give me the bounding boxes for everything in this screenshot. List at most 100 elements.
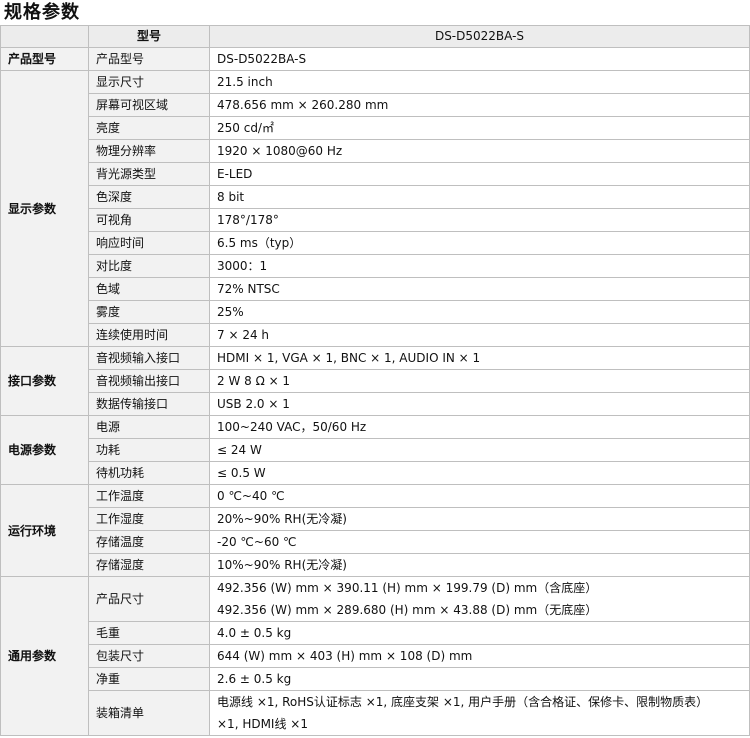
spec-value-line: HDMI × 1, VGA × 1, BNC × 1, AUDIO IN × 1 <box>217 351 481 365</box>
spec-value-line: 4.0 ± 0.5 kg <box>217 626 292 640</box>
spec-label: 包装尺寸 <box>88 644 210 668</box>
spec-value: 250 cd/㎡ <box>209 116 750 140</box>
spec-label: 连续使用时间 <box>88 323 210 347</box>
spec-table: 型号 DS-D5022BA-S 产品型号 产品型号 DS-D5022BA-S 显示参数… <box>0 25 750 736</box>
header-row: 型号 DS-D5022BA-S <box>0 25 750 48</box>
spec-label: 色深度 <box>88 185 210 209</box>
spec-value: 3000：1 <box>209 254 750 278</box>
spec-row: 功耗 ≤ 24 W <box>1 438 750 462</box>
spec-row: 装箱清单 电源线 ×1, RoHS认证标志 ×1, 底座支架 ×1, 用户手册（含… <box>1 690 750 736</box>
spec-label: 显示尺寸 <box>88 70 210 94</box>
spec-row: 存储温度 -20 ℃~60 ℃ <box>1 530 750 554</box>
spec-row: 物理分辨率 1920 × 1080@60 Hz <box>1 139 750 163</box>
spec-row: 接口参数 音视频输入接口 HDMI × 1, VGA × 1, BNC × 1, A… <box>0 346 750 416</box>
spec-label: 功耗 <box>88 438 210 462</box>
spec-value-line: -20 ℃~60 ℃ <box>217 535 297 549</box>
spec-value: E-LED <box>209 162 750 186</box>
spec-label: 色域 <box>88 277 210 301</box>
spec-table-body: 型号 DS-D5022BA-S 产品型号 产品型号 DS-D5022BA-S 显示参数… <box>0 25 750 736</box>
spec-row: 待机功耗 ≤ 0.5 W <box>1 461 750 485</box>
section-name: 产品型号 <box>0 47 89 71</box>
spec-row: 屏幕可视区域 478.656 mm × 260.280 mm <box>1 93 750 117</box>
spec-value: 20%~90% RH(无冷凝) <box>209 507 750 531</box>
spec-value-line: 2 W 8 Ω × 1 <box>217 374 291 388</box>
spec-label: 待机功耗 <box>88 461 210 485</box>
spec-value: -20 ℃~60 ℃ <box>209 530 750 554</box>
spec-label: 音视频输入接口 <box>88 346 210 370</box>
spec-label: 雾度 <box>88 300 210 324</box>
spec-label: 工作湿度 <box>88 507 210 531</box>
spec-label: 产品型号 <box>88 47 210 71</box>
spec-value-line: 644 (W) mm × 403 (H) mm × 108 (D) mm <box>217 649 473 663</box>
spec-label: 装箱清单 <box>88 690 210 736</box>
spec-row: 色域 72% NTSC <box>1 277 750 301</box>
section-name: 通用参数 <box>0 576 89 736</box>
spec-label: 存储湿度 <box>88 553 210 577</box>
spec-label: 工作温度 <box>88 484 210 508</box>
spec-value-line: 0 ℃~40 ℃ <box>217 489 285 503</box>
spec-value-line: ×1, HDMI线 ×1 <box>217 717 308 731</box>
spec-value-line: ≤ 0.5 W <box>217 466 266 480</box>
spec-row: 产品型号 产品型号 DS-D5022BA-S <box>0 47 750 71</box>
spec-value-line: 492.356 (W) mm × 390.11 (H) mm × 199.79 … <box>217 581 598 595</box>
spec-value: 72% NTSC <box>209 277 750 301</box>
spec-value-line: 100~240 VAC，50/60 Hz <box>217 420 367 434</box>
spec-row: 可视角 178°/178° <box>1 208 750 232</box>
spec-row: 连续使用时间 7 × 24 h <box>1 323 750 347</box>
spec-value-line: 1920 × 1080@60 Hz <box>217 144 343 158</box>
spec-value-line: 6.5 ms（typ） <box>217 236 302 250</box>
spec-value: 2.6 ± 0.5 kg <box>209 667 750 691</box>
spec-value: 492.356 (W) mm × 390.11 (H) mm × 199.79 … <box>209 576 750 622</box>
spec-value: ≤ 24 W <box>209 438 750 462</box>
spec-label: 数据传输接口 <box>88 392 210 416</box>
spec-value: 1920 × 1080@60 Hz <box>209 139 750 163</box>
spec-value-line: 20%~90% RH(无冷凝) <box>217 512 347 526</box>
spec-label: 屏幕可视区域 <box>88 93 210 117</box>
spec-value: 100~240 VAC，50/60 Hz <box>209 415 750 439</box>
spec-label: 亮度 <box>88 116 210 140</box>
spec-value-line: 7 × 24 h <box>217 328 270 342</box>
spec-value-line: 250 cd/㎡ <box>217 121 274 135</box>
spec-value-line: 10%~90% RH(无冷凝) <box>217 558 347 572</box>
spec-row: 包装尺寸 644 (W) mm × 403 (H) mm × 108 (D) mm <box>1 644 750 668</box>
spec-value-line: 492.356 (W) mm × 289.680 (H) mm × 43.88 … <box>217 603 598 617</box>
spec-value: 2 W 8 Ω × 1 <box>209 369 750 393</box>
spec-value-line: 178°/178° <box>217 213 279 227</box>
spec-value: 6.5 ms（typ） <box>209 231 750 255</box>
spec-row: 亮度 250 cd/㎡ <box>1 116 750 140</box>
spec-label: 音视频输出接口 <box>88 369 210 393</box>
spec-label: 背光源类型 <box>88 162 210 186</box>
spec-value: 178°/178° <box>209 208 750 232</box>
spec-value: ≤ 0.5 W <box>209 461 750 485</box>
spec-value: 电源线 ×1, RoHS认证标志 ×1, 底座支架 ×1, 用户手册（含合格证、… <box>209 690 750 736</box>
spec-label: 存储温度 <box>88 530 210 554</box>
spec-row: 通用参数 产品尺寸 492.356 (W) mm × 390.11 (H) mm ×… <box>0 576 750 736</box>
spec-value: HDMI × 1, VGA × 1, BNC × 1, AUDIO IN × 1 <box>209 346 750 370</box>
spec-value: 25% <box>209 300 750 324</box>
header-label: 型号 <box>88 25 210 48</box>
spec-row: 响应时间 6.5 ms（typ） <box>1 231 750 255</box>
section-name: 显示参数 <box>0 70 89 347</box>
spec-value-line: 478.656 mm × 260.280 mm <box>217 98 389 112</box>
spec-value-line: 8 bit <box>217 190 245 204</box>
spec-value-line: DS-D5022BA-S <box>217 52 307 66</box>
spec-value-line: 72% NTSC <box>217 282 280 296</box>
section-name: 电源参数 <box>0 415 89 485</box>
spec-label: 毛重 <box>88 621 210 645</box>
spec-value-line: 21.5 inch <box>217 75 273 89</box>
spec-value: DS-D5022BA-S <box>209 47 750 71</box>
spec-label: 物理分辨率 <box>88 139 210 163</box>
section-name: 接口参数 <box>0 346 89 416</box>
spec-label: 净重 <box>88 667 210 691</box>
page-title: 规格参数 <box>4 2 80 23</box>
spec-row: 存储湿度 10%~90% RH(无冷凝) <box>1 553 750 577</box>
spec-label: 可视角 <box>88 208 210 232</box>
header-model: DS-D5022BA-S <box>209 25 750 48</box>
spec-row: 音视频输出接口 2 W 8 Ω × 1 <box>1 369 750 393</box>
spec-label: 对比度 <box>88 254 210 278</box>
spec-value: 4.0 ± 0.5 kg <box>209 621 750 645</box>
spec-value: 8 bit <box>209 185 750 209</box>
spec-value-line: ≤ 24 W <box>217 443 262 457</box>
spec-value: 478.656 mm × 260.280 mm <box>209 93 750 117</box>
spec-value-line: E-LED <box>217 167 253 181</box>
